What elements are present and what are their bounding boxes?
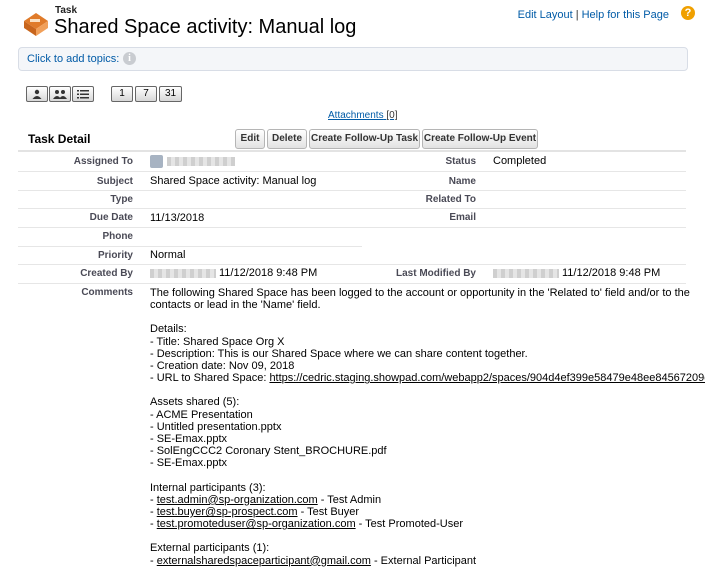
day-view-button[interactable]: 1 [111,86,133,102]
priority-label: Priority [97,250,133,261]
row-divider [18,227,686,228]
info-icon[interactable]: i [123,52,136,65]
due-date-label: Due Date [89,212,133,223]
delete-button[interactable]: Delete [267,129,307,149]
participant-email-link[interactable]: externalsharedspaceparticipant@gmail.com [157,555,371,567]
row-divider [18,208,686,209]
participant-role: - External Participant [370,554,477,567]
internal-participants-header: Internal participants (3): [150,481,266,494]
created-by-user[interactable] [150,269,216,278]
create-follow-up-event-button[interactable]: Create Follow-Up Event [422,129,538,149]
created-by-label: Created By [80,268,133,279]
details-url-line: - URL to Shared Space: https://cedric.st… [150,372,705,385]
external-participants-header: External participants (1): [150,542,270,555]
status-value: Completed [493,155,547,167]
comments-value: The following Shared Space has been logg… [150,287,705,567]
section-title: Task Detail [28,132,91,146]
details-header: Details: [150,323,187,336]
shared-space-url-link[interactable]: https://cedric.staging.showpad.com/webap… [269,372,705,384]
row-divider [18,190,686,191]
single-user-view-button[interactable] [26,86,48,102]
participant-role: - Test Buyer [297,506,360,519]
list-dash: - [150,554,157,567]
last-modified-by-value: 11/12/2018 9:48 PM [562,267,661,279]
link-separator: | [575,9,579,21]
participant-role: - Test Admin [317,493,382,506]
comments-label: Comments [81,287,133,298]
subject-label: Subject [96,176,133,187]
email-label: Email [449,212,476,223]
row-divider [18,246,362,247]
participant-item: - test.admin@sp-organization.com - Test … [150,494,700,506]
attachments-count: [0] [386,110,398,121]
details-title: - Title: Shared Space Org X [150,335,285,348]
details-creation-date: - Creation date: Nov 09, 2018 [150,360,295,373]
row-divider [18,283,686,284]
participant-item: - test.buyer@sp-prospect.com - Test Buye… [150,506,700,518]
phone-label: Phone [102,231,133,242]
attachments-link[interactable]: Attachments [0] [328,110,398,121]
list-dash: - [150,518,157,531]
assigned-to-label: Assigned To [73,156,133,167]
status-label: Status [445,156,476,167]
edit-layout-link[interactable]: Edit Layout [518,9,573,21]
page-title: Shared Space activity: Manual log [54,16,357,38]
asset-item: - SE-Emax.pptx [150,457,228,470]
create-follow-up-task-button[interactable]: Create Follow-Up Task [309,129,420,149]
assigned-to-value[interactable] [167,157,235,166]
help-link[interactable]: Help for this Page [582,9,669,21]
asset-item: - ACME Presentation [150,408,253,421]
row-divider [18,264,686,265]
details-description: - Description: This is our Shared Space … [150,347,528,360]
object-type-label: Task [55,5,78,16]
month-view-button[interactable]: 31 [159,86,182,102]
created-by-value: 11/12/2018 9:48 PM [219,267,318,279]
list-icon [77,90,89,99]
asset-item: - SE-Emax.pptx [150,433,228,446]
section-divider [18,150,686,152]
url-prefix: - URL to Shared Space: [150,372,270,385]
top-links: Edit Layout | Help for this Page [518,9,669,21]
assets-header: Assets shared (5): [150,396,240,409]
participant-email-link[interactable]: test.admin@sp-organization.com [157,494,318,506]
help-circle-icon[interactable]: ? [681,6,695,20]
type-label: Type [110,194,133,205]
participant-role: - Test Promoted-User [355,518,463,531]
task-icon [22,9,50,37]
multi-user-view-button[interactable] [49,86,71,102]
last-modified-by-user[interactable] [493,269,559,278]
row-divider [18,171,686,172]
multi-user-icon [53,90,67,99]
participant-item: - test.promoteduser@sp-organization.com … [150,518,700,530]
asset-item: - SolEngCCC2 Coronary Stent_BROCHURE.pdf [150,445,387,458]
single-user-icon [32,89,42,99]
last-modified-by-label: Last Modified By [395,268,476,279]
participant-email-link[interactable]: test.promoteduser@sp-organization.com [157,518,356,530]
user-avatar-icon [150,155,163,168]
participant-item: - externalsharedspaceparticipant@gmail.c… [150,555,700,567]
edit-button[interactable]: Edit [235,129,265,149]
add-topics-link[interactable]: Click to add topics: [27,53,119,65]
priority-value: Normal [150,249,186,261]
subject-value: Shared Space activity: Manual log [150,175,317,187]
asset-item: - Untitled presentation.pptx [150,420,282,433]
participant-email-link[interactable]: test.buyer@sp-prospect.com [157,506,298,518]
week-view-button[interactable]: 7 [135,86,157,102]
topics-bar: Click to add topics: i [18,47,688,71]
list-dash: - [150,493,157,506]
related-to-label: Related To [425,194,476,205]
list-dash: - [150,506,157,519]
name-label: Name [448,176,476,187]
due-date-value: 11/13/2018 [150,212,205,224]
list-view-button[interactable] [72,86,94,102]
comments-intro: The following Shared Space has been logg… [150,287,690,312]
attachments-label[interactable]: Attachments [328,110,384,121]
